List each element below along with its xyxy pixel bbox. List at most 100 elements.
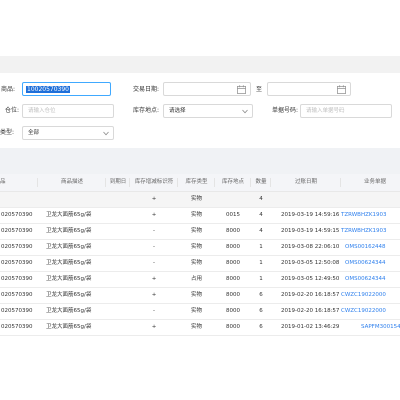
col-description[interactable]: 商品描述 [38, 174, 106, 191]
cell-location: 8000 [226, 308, 240, 314]
cell-posting-date: 2019-03-05 12:50:08 [281, 260, 340, 266]
location-placeholder: 请输入仓位 [28, 108, 56, 114]
cell-location: 8000 [226, 228, 240, 234]
calendar-icon[interactable] [337, 85, 346, 94]
document-link[interactable]: CWZC19022000 [341, 304, 400, 319]
cell-sku: 020570390 [1, 324, 33, 330]
document-link[interactable]: OMS00624344 [345, 272, 400, 287]
table-row[interactable]: 020570390 卫龙大面筋65g/袋 + 实物 0015 4 2019-03… [0, 208, 400, 224]
cell-expiry [106, 288, 130, 303]
cell-expiry [106, 208, 130, 223]
cell-expiry [106, 224, 130, 239]
table-header: 品 商品描述 到期日 库存增减标识符 库存类型 库存地点 数量 过账日期 业务单… [0, 174, 400, 192]
cell-qty: 6 [259, 324, 263, 330]
warehouse-select[interactable]: 请选择 [163, 104, 253, 118]
cell-posting-date: 2019-02-20 16:18:57 [281, 308, 340, 314]
cell-posting-date: 2019-03-08 22:06:10 [281, 244, 340, 250]
document-link[interactable]: TZRWBHZK1903 [341, 224, 400, 239]
section-band [0, 56, 400, 73]
cell-location: 8000 [226, 244, 240, 250]
document-link[interactable]: SAPFM300154 [361, 320, 400, 335]
start-date-input[interactable] [163, 82, 251, 96]
calendar-icon[interactable] [237, 85, 246, 94]
cell-posting-date: 2019-03-19 14:59:16 [281, 212, 340, 218]
cell-posting-date: 2019-02-20 16:18:57 [281, 292, 340, 298]
cell-expiry [106, 304, 130, 319]
cell-sku: 020570390 [1, 292, 33, 298]
cell-sku: 020570390 [1, 228, 33, 234]
cell-posting-date: 2019-03-19 14:59:15 [281, 228, 340, 234]
cell-sign: - [153, 228, 155, 234]
type-label: 类型: [0, 129, 15, 136]
cell-stock-type: 实物 [190, 212, 202, 218]
type-select-value: 全部 [28, 130, 40, 136]
cell-stock-type: 实物 [190, 244, 202, 250]
table-row[interactable]: 020570390 卫龙大面筋65g/袋 + 占用 8000 1 2019-03… [0, 272, 400, 288]
subtotal-qty: 4 [259, 196, 263, 202]
cell-sign: + [151, 276, 157, 282]
cell-description: 卫龙大面筋65g/袋 [46, 308, 92, 314]
cell-posting-date: 2019-03-05 12:49:50 [281, 276, 340, 282]
document-link[interactable]: OMS00162448 [345, 240, 400, 255]
document-link[interactable]: TZRWBHZK1903 [341, 208, 400, 223]
cell-sku: 020570390 [1, 244, 33, 250]
col-expiry[interactable]: 到期日 [106, 174, 130, 191]
document-link[interactable]: CWZC19022000 [341, 288, 400, 303]
subtotal-sign: + [151, 196, 157, 202]
cell-stock-type: 实物 [190, 324, 202, 330]
cell-posting-date: 2019-01-02 13:46:29 [281, 324, 340, 330]
col-location[interactable]: 库存地点 [215, 174, 251, 191]
cell-description: 卫龙大面筋65g/袋 [46, 244, 92, 250]
cell-stock-type: 实物 [190, 260, 202, 266]
cell-description: 卫龙大面筋65g/袋 [46, 212, 92, 218]
table-row[interactable]: 020570390 卫龙大面筋65g/袋 - 实物 8000 1 2019-03… [0, 256, 400, 272]
col-sign[interactable]: 库存增减标识符 [130, 174, 178, 191]
col-document[interactable]: 业务单据 [341, 174, 400, 191]
warehouse-label: 库存地点: [133, 107, 160, 114]
cell-location: 8000 [226, 292, 240, 298]
col-sku[interactable]: 品 [0, 174, 38, 191]
cell-sign: + [151, 212, 157, 218]
cell-expiry [106, 256, 130, 271]
cell-sku: 020570390 [1, 276, 33, 282]
cell-qty: 1 [259, 244, 263, 250]
product-input[interactable]: 10020570390 [22, 82, 111, 96]
type-select[interactable]: 全部 [22, 126, 114, 140]
cell-sign: + [151, 292, 157, 298]
cell-stock-type: 占用 [190, 276, 202, 282]
results-table: 品 商品描述 到期日 库存增减标识符 库存类型 库存地点 数量 过账日期 业务单… [0, 174, 400, 342]
table-row[interactable]: 020570390 卫龙大面筋65g/袋 - 实物 8000 4 2019-03… [0, 224, 400, 240]
location-input[interactable]: 请输入仓位 [22, 104, 114, 118]
chevron-down-icon [242, 109, 248, 114]
cell-description: 卫龙大面筋65g/袋 [46, 260, 92, 266]
col-stock-type[interactable]: 库存类型 [178, 174, 215, 191]
doc-no-input[interactable]: 请输入单据号码 [300, 104, 392, 118]
filter-form: 商品: 10020570390 交易日期: 至 仓位: 请输入仓位 库存地点: … [0, 73, 400, 148]
cell-expiry [106, 272, 130, 287]
table-row[interactable]: 020570390 卫龙大面筋65g/袋 + 实物 8000 6 2019-01… [0, 320, 400, 336]
subtotal-type: 实物 [190, 196, 202, 202]
end-date-input[interactable] [267, 82, 351, 96]
cell-qty: 1 [259, 276, 263, 282]
doc-no-label: 单据号码: [272, 107, 299, 114]
cell-qty: 6 [259, 292, 263, 298]
subtotal-row: + 实物 4 [0, 192, 400, 208]
table-row[interactable]: 020570390 卫龙大面筋65g/袋 - 实物 8000 6 2019-02… [0, 304, 400, 320]
top-bar [0, 0, 400, 56]
col-qty[interactable]: 数量 [251, 174, 271, 191]
date-separator: 至 [256, 86, 263, 93]
cell-sku: 020570390 [1, 260, 33, 266]
cell-location: 8000 [226, 324, 240, 330]
table-row[interactable]: 020570390 卫龙大面筋65g/袋 + 实物 8000 6 2019-02… [0, 288, 400, 304]
doc-no-placeholder: 请输入单据号码 [306, 108, 345, 114]
cell-stock-type: 实物 [190, 228, 202, 234]
document-link[interactable]: OMS00624344 [345, 256, 400, 271]
col-posting-date[interactable]: 过账日期 [271, 174, 341, 191]
cell-location: 0015 [226, 212, 240, 218]
cell-description: 卫龙大面筋65g/袋 [46, 292, 92, 298]
table-row[interactable]: 020570390 卫龙大面筋65g/袋 - 实物 8000 1 2019-03… [0, 240, 400, 256]
cell-stock-type: 实物 [190, 292, 202, 298]
cell-sign: + [151, 324, 157, 330]
product-input-value: 10020570390 [26, 86, 70, 93]
cell-sku: 020570390 [1, 212, 33, 218]
